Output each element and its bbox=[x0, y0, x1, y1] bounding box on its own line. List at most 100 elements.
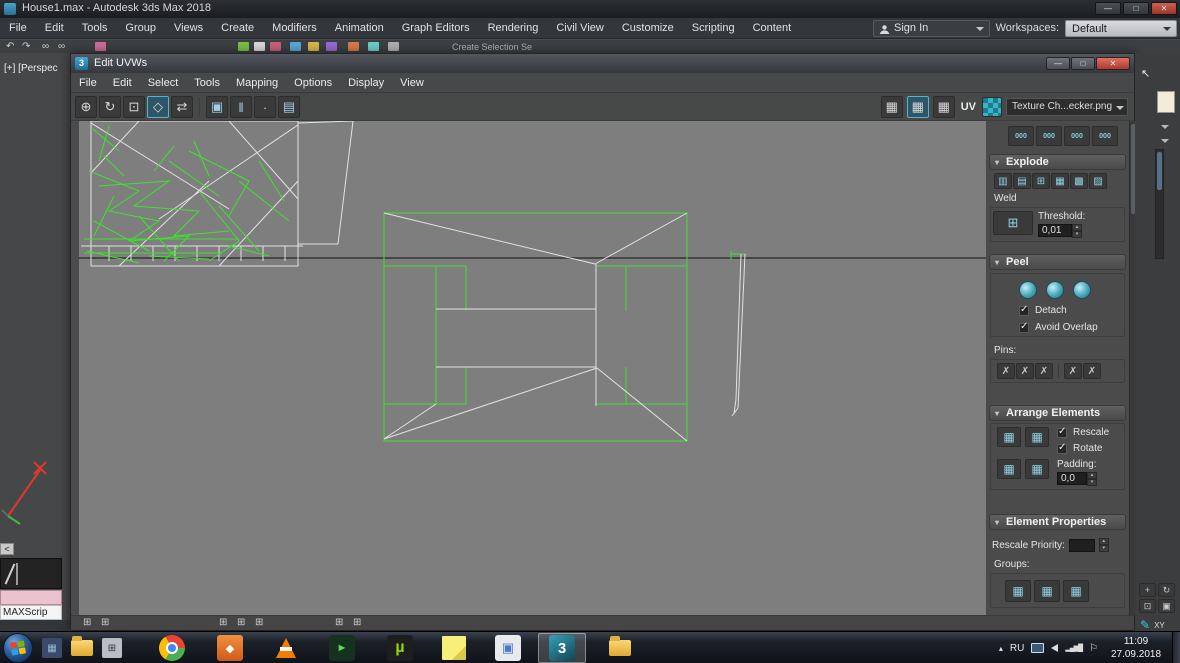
language-indicator[interactable]: RU bbox=[1010, 643, 1024, 654]
rotate-checkbox[interactable] bbox=[1057, 442, 1067, 454]
menu-views[interactable]: Views bbox=[165, 18, 212, 39]
maximize-viewport-icon[interactable]: ▣ bbox=[1158, 599, 1175, 613]
display-tray-icon[interactable] bbox=[1031, 643, 1045, 653]
taskbar-pinned-app-icon[interactable]: ▦ bbox=[42, 638, 62, 658]
rescale-priority-spinner[interactable] bbox=[1098, 538, 1109, 552]
pack-together-icon[interactable]: ▦ bbox=[997, 427, 1021, 447]
zoom-icon[interactable]: ⊡ bbox=[1139, 599, 1156, 613]
pin-all-icon[interactable]: ✗ bbox=[1064, 363, 1082, 379]
pin-tool-icon[interactable]: ✗ bbox=[997, 363, 1015, 379]
menu-civil-view[interactable]: Civil View bbox=[547, 18, 612, 39]
uvw-menu-tools[interactable]: Tools bbox=[186, 73, 228, 93]
rearrange-icon[interactable]: ▦ bbox=[997, 458, 1021, 479]
command-panel-scrollbar[interactable] bbox=[1155, 149, 1164, 259]
taskbar-item-chrome[interactable] bbox=[148, 633, 196, 663]
uv-editor-canvas[interactable] bbox=[79, 120, 986, 615]
maxscript-listener-macro-row[interactable] bbox=[0, 590, 62, 605]
uvw-menu-options[interactable]: Options bbox=[286, 73, 340, 93]
taskbar-item-orange-app[interactable]: ◆ bbox=[206, 633, 254, 663]
rotate-tool-icon[interactable]: ↻ bbox=[99, 96, 121, 118]
pin-select-icon[interactable]: ✗ bbox=[1035, 363, 1053, 379]
status-snap2-icon[interactable]: ⊞ bbox=[101, 617, 109, 628]
weld-selected-icon[interactable]: ⊞ bbox=[993, 211, 1033, 235]
explode-element-icon[interactable]: ▦ bbox=[1051, 173, 1069, 189]
status-lock-icon[interactable]: ⊞ bbox=[219, 617, 227, 628]
rollup-button[interactable]: < bbox=[0, 543, 14, 555]
select-edge-icon[interactable]: ‖ bbox=[230, 96, 252, 118]
network-tray-icon[interactable]: ▂▄▆█ bbox=[1065, 644, 1083, 652]
taskbar-item-3ds-max[interactable]: 3 bbox=[538, 633, 586, 663]
minimize-button[interactable] bbox=[1095, 2, 1121, 15]
rollout-element-properties[interactable]: Element Properties bbox=[989, 514, 1126, 530]
hidden-icons-arrow[interactable]: ▴ bbox=[999, 644, 1003, 653]
pan-icon[interactable]: + bbox=[1139, 583, 1156, 597]
detach-checkbox[interactable] bbox=[1019, 304, 1029, 316]
status-pixel-snap-icon[interactable]: ⊞ bbox=[353, 617, 361, 628]
rollout-peel[interactable]: Peel bbox=[989, 254, 1126, 270]
threshold-spinner[interactable] bbox=[1072, 224, 1082, 238]
unpin-tool-icon[interactable]: ✗ bbox=[1016, 363, 1034, 379]
padding-spinner[interactable] bbox=[1087, 472, 1097, 486]
menu-animation[interactable]: Animation bbox=[326, 18, 393, 39]
explode-face-icon[interactable]: ⊞ bbox=[1032, 173, 1050, 189]
selection-set-field[interactable]: Create Selection Se bbox=[452, 42, 532, 52]
show-desktop-button[interactable] bbox=[1172, 632, 1180, 663]
threshold-field[interactable]: 0,01 bbox=[1038, 224, 1072, 237]
select-element-icon[interactable]: ▣ bbox=[206, 96, 228, 118]
dialog-minimize-button[interactable] bbox=[1046, 57, 1070, 70]
rollout-arrange-elements[interactable]: Arrange Elements bbox=[989, 405, 1126, 421]
pack-rescale-icon[interactable]: 000 bbox=[1036, 126, 1062, 146]
sign-in-dropdown[interactable]: Sign In bbox=[873, 20, 990, 37]
peel-reset-icon[interactable] bbox=[1073, 281, 1091, 299]
unlink-icon[interactable]: ∞ bbox=[58, 41, 65, 52]
action-center-icon[interactable]: ⚐ bbox=[1089, 643, 1098, 654]
rescale-priority-field[interactable] bbox=[1068, 538, 1095, 552]
taskbar-item-explorer-window[interactable] bbox=[596, 633, 644, 663]
workspace-dropdown[interactable]: Default bbox=[1065, 20, 1177, 37]
volume-tray-icon[interactable] bbox=[1051, 644, 1059, 652]
pack-normalize-icon[interactable]: 000 bbox=[1008, 126, 1034, 146]
select-vertex-icon[interactable]: · bbox=[254, 96, 276, 118]
chevron-down-icon[interactable] bbox=[1161, 139, 1169, 143]
group-ungroup-icon[interactable]: ▦ bbox=[1034, 580, 1060, 602]
taskbar-item-media-app[interactable]: ► bbox=[318, 633, 366, 663]
texture-dropdown[interactable]: Texture Ch...ecker.png bbox=[1006, 98, 1128, 116]
rollout-explode[interactable]: Explode bbox=[989, 154, 1126, 170]
pencil-icon[interactable]: ✎ bbox=[1140, 618, 1150, 632]
maximize-button[interactable] bbox=[1123, 2, 1149, 15]
menu-content[interactable]: Content bbox=[744, 18, 801, 39]
break-icon[interactable]: ▥ bbox=[994, 173, 1012, 189]
redo-icon[interactable]: ↷ bbox=[22, 41, 30, 52]
status-offset-icon[interactable]: ⊞ bbox=[255, 617, 263, 628]
mirror-tool-icon[interactable]: ⇄ bbox=[171, 96, 193, 118]
start-button[interactable] bbox=[3, 633, 33, 663]
snap-grid-icon[interactable]: ▦ bbox=[880, 96, 903, 118]
taskbar-explorer-icon[interactable] bbox=[71, 636, 93, 656]
menu-edit[interactable]: Edit bbox=[36, 18, 73, 39]
dialog-titlebar[interactable]: 3 Edit UVWs bbox=[71, 54, 1134, 73]
pack-rotate-icon[interactable]: 000 bbox=[1064, 126, 1090, 146]
command-panel-scrollbar-thumb[interactable] bbox=[1157, 152, 1162, 190]
rescale-checkbox[interactable] bbox=[1057, 426, 1067, 438]
main-titlebar[interactable]: House1.max - Autodesk 3ds Max 2018 bbox=[0, 0, 1180, 18]
checker-texture-icon[interactable] bbox=[982, 97, 1002, 117]
uvw-menu-select[interactable]: Select bbox=[140, 73, 187, 93]
viewport-label[interactable]: [+] [Perspec bbox=[4, 63, 58, 74]
status-grid-icon[interactable]: ⊞ bbox=[335, 617, 343, 628]
menu-group[interactable]: Group bbox=[116, 18, 165, 39]
menu-rendering[interactable]: Rendering bbox=[479, 18, 548, 39]
uvw-menu-file[interactable]: File bbox=[71, 73, 105, 93]
mini-curve-panel[interactable] bbox=[0, 558, 62, 589]
flatten-custom-icon[interactable]: ▨ bbox=[1089, 173, 1107, 189]
color-swatch[interactable] bbox=[1157, 91, 1175, 113]
group-create-icon[interactable]: ▦ bbox=[1005, 580, 1031, 602]
chevron-down-icon[interactable] bbox=[1161, 125, 1169, 129]
unpin-all-icon[interactable]: ✗ bbox=[1083, 363, 1101, 379]
close-button[interactable] bbox=[1151, 2, 1177, 15]
pack-fill-icon[interactable]: 000 bbox=[1092, 126, 1118, 146]
dialog-maximize-button[interactable] bbox=[1071, 57, 1095, 70]
uvw-menu-mapping[interactable]: Mapping bbox=[228, 73, 286, 93]
pack-full-icon[interactable]: ▦ bbox=[1025, 427, 1049, 447]
menu-customize[interactable]: Customize bbox=[613, 18, 683, 39]
quick-peel-icon[interactable] bbox=[1019, 281, 1037, 299]
